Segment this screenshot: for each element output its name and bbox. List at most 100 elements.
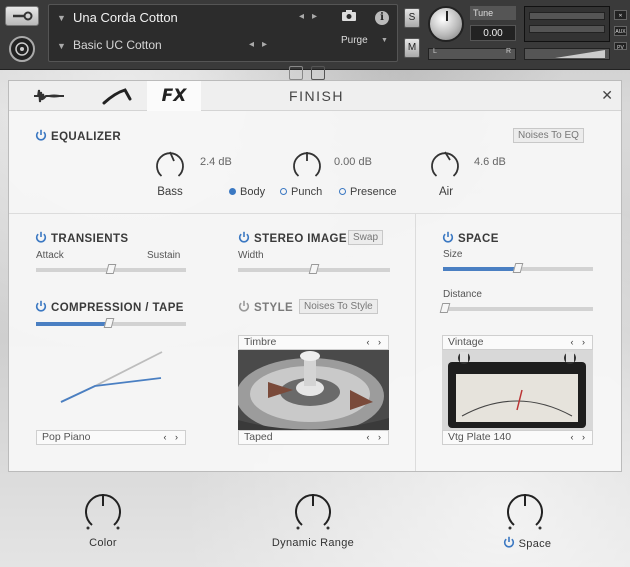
compression-slider-fill — [36, 322, 109, 326]
volume-slider[interactable] — [524, 48, 610, 60]
transients-power-icon[interactable] — [35, 231, 47, 243]
color-macro-knob[interactable] — [82, 490, 124, 537]
transients-title: TRANSIENTS — [51, 233, 129, 245]
dynamic-range-macro-label: Dynamic Range — [271, 537, 355, 549]
space-title: SPACE — [458, 233, 499, 245]
bass-knob[interactable] — [153, 148, 187, 182]
compression-slider[interactable] — [36, 318, 186, 328]
section-divider — [9, 213, 621, 214]
collapse-triangle-icon[interactable]: ▼ — [57, 13, 66, 23]
instrument-name-box: ▼ Una Corda Cotton ◂▸ i ▼ Basic UC Cotto… — [48, 4, 398, 80]
air-knob[interactable] — [428, 148, 462, 182]
space-macro-label: Space — [518, 538, 552, 550]
tape-arrows[interactable]: ‹ › — [367, 431, 385, 444]
mode-label-presence: Presence — [350, 186, 397, 198]
tape-label: Taped — [244, 431, 273, 443]
tab-fx[interactable]: FX — [147, 81, 201, 111]
preset-triangle-icon[interactable]: ▼ — [57, 41, 66, 51]
space-preset-name: Vtg Plate 140 — [448, 431, 512, 443]
mode-radio-punch[interactable]: Punch — [280, 186, 322, 198]
stereo-image-power-icon[interactable] — [238, 231, 250, 243]
width-slider-thumb[interactable] — [308, 264, 320, 274]
compression-power-icon[interactable] — [35, 300, 47, 312]
tune-value[interactable]: 0.00 — [470, 25, 516, 41]
pan-slider[interactable]: L R — [428, 48, 516, 60]
save-icon[interactable] — [289, 66, 303, 80]
compression-preset-name: Pop Piano — [42, 431, 91, 443]
fx-panel: FX FINISH ✕ EQUALIZER Noises To EQ 2.4 d… — [8, 80, 622, 472]
space-macro-knob[interactable] — [504, 490, 546, 537]
sustain-label: Sustain — [147, 250, 181, 261]
pan-right-label: R — [505, 48, 511, 55]
bass-value: 2.4 dB — [200, 156, 232, 168]
space-header: SPACE — [442, 231, 499, 245]
compression-preset-arrows[interactable]: ‹ › — [164, 431, 182, 444]
level-meter — [524, 6, 610, 42]
distance-slider[interactable] — [439, 303, 593, 313]
tab-envelope[interactable] — [87, 81, 147, 111]
mode-radio-body[interactable]: Body — [229, 186, 265, 198]
size-slider[interactable] — [443, 263, 593, 273]
space-category-selector[interactable]: Vintage ‹ › — [442, 335, 593, 350]
radio-dot — [280, 188, 287, 195]
equalizer-power-icon[interactable] — [35, 129, 47, 141]
style-power-icon[interactable] — [238, 300, 250, 312]
tape-selector[interactable]: Taped ‹ › — [238, 430, 389, 445]
close-icon[interactable]: ✕ — [601, 87, 613, 104]
preset-name[interactable]: Basic UC Cotton — [73, 38, 162, 52]
compression-slider-thumb[interactable] — [103, 318, 115, 328]
space-power-icon[interactable] — [442, 231, 454, 243]
tab-fx-label: FX — [161, 86, 187, 106]
instrument-nav-arrows[interactable]: ◂▸ — [299, 11, 325, 22]
camera-icon[interactable] — [341, 9, 361, 25]
distance-slider-thumb[interactable] — [439, 303, 451, 313]
color-macro-label: Color — [89, 537, 117, 549]
tab-waveform[interactable] — [19, 81, 79, 111]
instrument-name[interactable]: Una Corda Cotton — [73, 10, 178, 25]
size-slider-thumb[interactable] — [512, 263, 524, 273]
bass-label: Bass — [157, 186, 183, 198]
info-icon[interactable]: i — [375, 11, 389, 25]
close-instrument-icon[interactable]: ✕ — [614, 10, 627, 20]
timbre-selector[interactable]: Timbre ‹ › — [238, 335, 389, 350]
wrench-icon — [13, 11, 33, 21]
envelope-icon — [102, 88, 132, 105]
tape-reel-image — [238, 350, 389, 430]
air-value: 4.6 dB — [474, 156, 506, 168]
width-slider[interactable] — [238, 264, 390, 274]
wrench-button[interactable] — [5, 6, 39, 26]
preset-nav-arrows[interactable]: ◂▸ — [249, 39, 275, 50]
equalizer-title: EQUALIZER — [51, 131, 122, 143]
trash-icon[interactable] — [311, 66, 325, 80]
space-category-arrows[interactable]: ‹ › — [571, 336, 589, 349]
swap-button[interactable]: Swap — [348, 230, 384, 245]
space-preset-selector[interactable]: Vtg Plate 140 ‹ › — [442, 430, 593, 445]
width-label: Width — [238, 250, 264, 261]
air-label: Air — [438, 186, 454, 198]
tune-label: Tune — [470, 6, 516, 20]
mute-button[interactable]: M — [404, 38, 420, 58]
size-label: Size — [443, 249, 463, 260]
aux-button[interactable]: AUX — [614, 26, 627, 36]
purge-menu[interactable]: Purge — [341, 35, 368, 46]
pv-button[interactable]: PV — [614, 42, 627, 51]
mode-label-punch: Punch — [291, 186, 323, 198]
tune-knob[interactable] — [428, 6, 464, 42]
space-macro-power-icon[interactable] — [503, 536, 515, 548]
compression-preset-selector[interactable]: Pop Piano ‹ › — [36, 430, 186, 445]
space-preset-arrows[interactable]: ‹ › — [571, 431, 589, 444]
mid-knob[interactable] — [290, 148, 324, 182]
timbre-arrows[interactable]: ‹ › — [367, 336, 385, 349]
mode-radio-presence[interactable]: Presence — [339, 186, 396, 198]
instrument-header: ▼ Una Corda Cotton ◂▸ i ▼ Basic UC Cotto… — [0, 0, 630, 80]
solo-button[interactable]: S — [404, 8, 420, 28]
transients-slider-thumb[interactable] — [105, 264, 117, 274]
distance-label: Distance — [443, 289, 482, 300]
noises-to-eq-button[interactable]: Noises To EQ — [513, 128, 584, 143]
noises-to-style-button[interactable]: Noises To Style — [299, 299, 378, 314]
transients-slider[interactable] — [36, 264, 186, 274]
pan-left-label: L — [433, 48, 437, 55]
tab-finish[interactable]: FINISH — [239, 81, 394, 111]
dynamic-range-macro-knob[interactable] — [292, 490, 334, 537]
waveform-icon — [34, 89, 64, 103]
